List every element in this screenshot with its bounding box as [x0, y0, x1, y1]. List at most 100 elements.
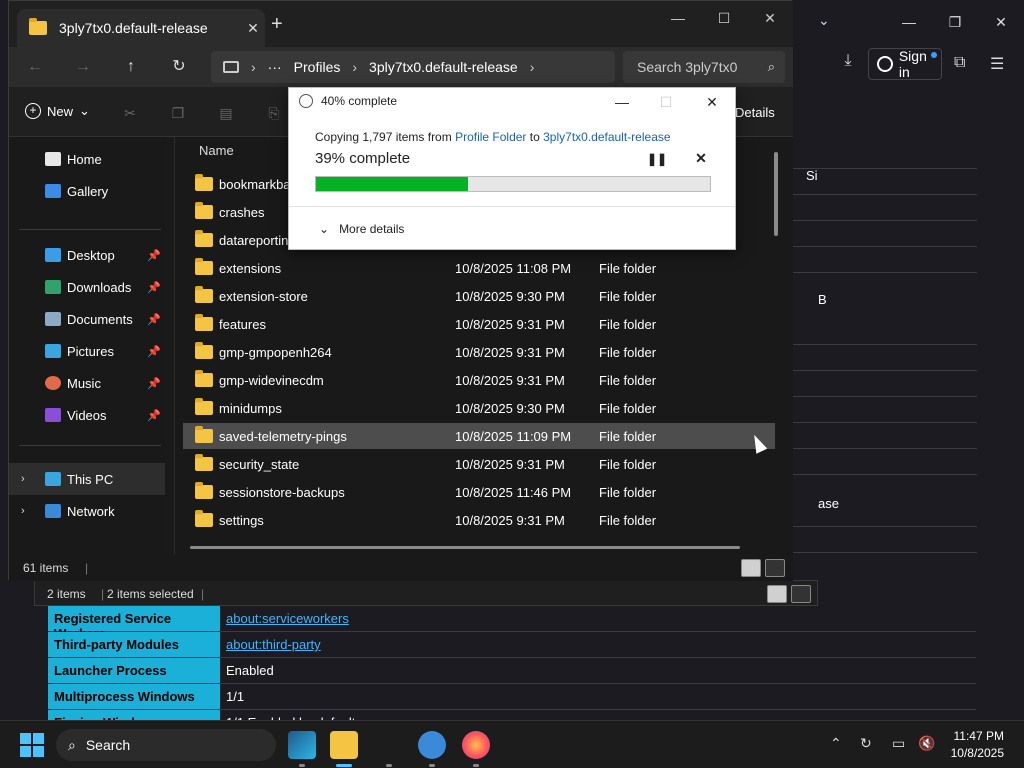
chevron-right-icon[interactable]: › [530, 59, 535, 75]
sidebar-item-network[interactable]: › Network [9, 495, 165, 527]
breadcrumb-current[interactable]: 3ply7tx0.default-release [369, 59, 518, 75]
table-row[interactable]: security_state 10/8/2025 9:31 PM File fold… [183, 451, 775, 477]
table-row[interactable]: features 10/8/2025 9:31 PM File folder [183, 311, 775, 337]
destination-link[interactable]: 3ply7tx0.default-release [543, 130, 670, 144]
column-header-name[interactable]: Name [199, 143, 234, 158]
firefox-app-icon[interactable] [462, 731, 490, 759]
paste-icon[interactable]: ▤ [217, 105, 235, 121]
table-row[interactable]: sessionstore-backups 10/8/2025 11:46 PM Fi… [183, 479, 775, 505]
clock-date[interactable]: 10/8/2025 [946, 746, 1004, 760]
downloads-icon[interactable]: ⤓ [836, 52, 860, 76]
folder-icon [195, 230, 213, 247]
horizontal-scrollbar[interactable] [190, 546, 740, 549]
extensions-icon[interactable]: ⧉ [954, 54, 965, 72]
browser-close-icon[interactable]: ✕ [978, 10, 1024, 34]
rename-icon[interactable]: ⎘ [265, 105, 283, 121]
breadcrumb-profiles[interactable]: Profiles [294, 59, 341, 75]
sidebar-item-label: Desktop [67, 247, 115, 263]
file-type: File folder [599, 288, 657, 304]
folder-icon [195, 370, 213, 387]
file-date: 10/8/2025 11:09 PM [455, 428, 572, 444]
new-tab-icon[interactable]: + [271, 13, 283, 36]
serviceworkers-link[interactable]: about:serviceworkers [220, 606, 976, 631]
more-details-button[interactable]: ⌄ More details [319, 222, 404, 236]
table-row[interactable]: settings 10/8/2025 9:31 PM File folder [183, 507, 775, 533]
table-row[interactable]: extension-store 10/8/2025 9:30 PM File fol… [183, 283, 775, 309]
refresh-icon[interactable]: ↻ [167, 55, 191, 79]
clock-time[interactable]: 11:47 PM [946, 729, 1004, 743]
sidebar-item-home[interactable]: Home [9, 143, 165, 175]
explorer-back-window[interactable]: 2 items | 2 items selected | [34, 580, 818, 606]
minimize-icon[interactable]: — [655, 7, 701, 29]
tiles-view-icon[interactable] [765, 559, 785, 577]
file-type: File folder [599, 428, 657, 444]
table-row[interactable]: gmp-gmpopenh264 10/8/2025 9:31 PM File fol… [183, 339, 775, 365]
breadcrumb-overflow[interactable]: ··· [268, 59, 282, 75]
navigation-pane: Home Gallery Desktop 📌 Downloads 📌 Docum… [9, 137, 167, 555]
new-button[interactable]: + New ⌄ [25, 103, 90, 119]
sidebar-item-this-pc[interactable]: › This PC [9, 463, 165, 495]
details-button[interactable]: Details [735, 105, 775, 120]
details-view-icon[interactable] [741, 559, 761, 577]
sidebar-item-desktop[interactable]: Desktop 📌 [9, 239, 165, 271]
app-menu-icon[interactable]: ☰ [990, 54, 1004, 74]
list-all-tabs-icon[interactable]: ⌄ [818, 12, 830, 29]
start-button[interactable] [20, 733, 44, 757]
chevron-right-icon[interactable]: › [21, 473, 25, 485]
chevron-up-icon[interactable]: ⌃ [830, 735, 842, 752]
sidebar-item-gallery[interactable]: Gallery [9, 175, 165, 207]
folder-icon [195, 398, 213, 415]
search-input[interactable]: Search 3ply7tx0 ⌕ [623, 51, 785, 83]
folder-icon [195, 510, 213, 527]
chevron-down-icon: ⌄ [79, 103, 90, 118]
forward-icon[interactable]: → [71, 55, 95, 79]
maximize-icon[interactable]: ☐ [701, 7, 747, 29]
sidebar-item-music[interactable]: Music 📌 [9, 367, 165, 399]
table-row[interactable]: saved-telemetry-pings 10/8/2025 11:09 PM F… [183, 423, 775, 449]
sync-icon[interactable]: ↻ [860, 735, 872, 752]
status-item-count: 61 items [23, 561, 69, 575]
volume-muted-icon[interactable]: 🔇 [918, 735, 935, 752]
sidebar-item-pictures[interactable]: Pictures 📌 [9, 335, 165, 367]
tiles-view-icon[interactable] [791, 585, 811, 603]
sign-in-button[interactable]: Sign in [868, 48, 942, 80]
close-window-icon[interactable]: ✕ [747, 7, 793, 29]
table-row[interactable]: extensions 10/8/2025 11:08 PM File folder [183, 255, 775, 281]
pause-icon[interactable]: ❚❚ [647, 152, 667, 166]
address-bar[interactable]: › ··· Profiles › 3ply7tx0.default-releas… [211, 51, 615, 83]
copy-icon[interactable]: ❐ [169, 105, 187, 121]
pane-splitter[interactable] [167, 137, 175, 555]
settings-app-icon[interactable] [418, 731, 446, 759]
browser-maximize-icon[interactable]: ❐ [932, 10, 978, 34]
cancel-icon[interactable]: ✕ [693, 150, 709, 167]
chevron-right-icon[interactable]: › [21, 505, 25, 517]
source-link[interactable]: Profile Folder [455, 130, 526, 144]
cut-icon[interactable]: ✂ [121, 105, 139, 121]
close-tab-icon[interactable]: ✕ [241, 20, 265, 37]
pin-icon: 📌 [147, 345, 161, 358]
browser-minimize-icon[interactable]: — [886, 10, 932, 34]
taskbar-search[interactable]: ⌕ Search [56, 729, 276, 761]
folder-icon [195, 314, 213, 331]
explorer-tab[interactable]: 3ply7tx0.default-release ✕ [17, 9, 265, 47]
dialog-minimize-icon[interactable]: — [607, 92, 637, 112]
table-row[interactable]: gmp-widevinecdm 10/8/2025 9:31 PM File fol… [183, 367, 775, 393]
file-date: 10/8/2025 11:46 PM [455, 484, 572, 500]
third-party-link[interactable]: about:third-party [220, 632, 976, 657]
details-view-icon[interactable] [767, 585, 787, 603]
sidebar-item-downloads[interactable]: Downloads 📌 [9, 271, 165, 303]
table-row[interactable]: minidumps 10/8/2025 9:30 PM File folder [183, 395, 775, 421]
up-icon[interactable]: ↑ [119, 55, 143, 79]
vscode-app-icon[interactable] [288, 731, 316, 759]
search-icon: ⌕ [767, 59, 775, 74]
back-icon[interactable]: ← [23, 55, 47, 79]
taskbar-search-label: Search [85, 737, 131, 753]
sidebar-item-documents[interactable]: Documents 📌 [9, 303, 165, 335]
file-explorer-app-icon[interactable] [330, 731, 358, 759]
network-tray-icon[interactable]: ▭ [892, 735, 905, 752]
value-fragment: B [818, 292, 827, 307]
vertical-scrollbar[interactable] [774, 152, 778, 236]
dialog-close-icon[interactable]: ✕ [697, 92, 727, 112]
file-type: File folder [599, 372, 657, 388]
sidebar-item-videos[interactable]: Videos 📌 [9, 399, 165, 431]
